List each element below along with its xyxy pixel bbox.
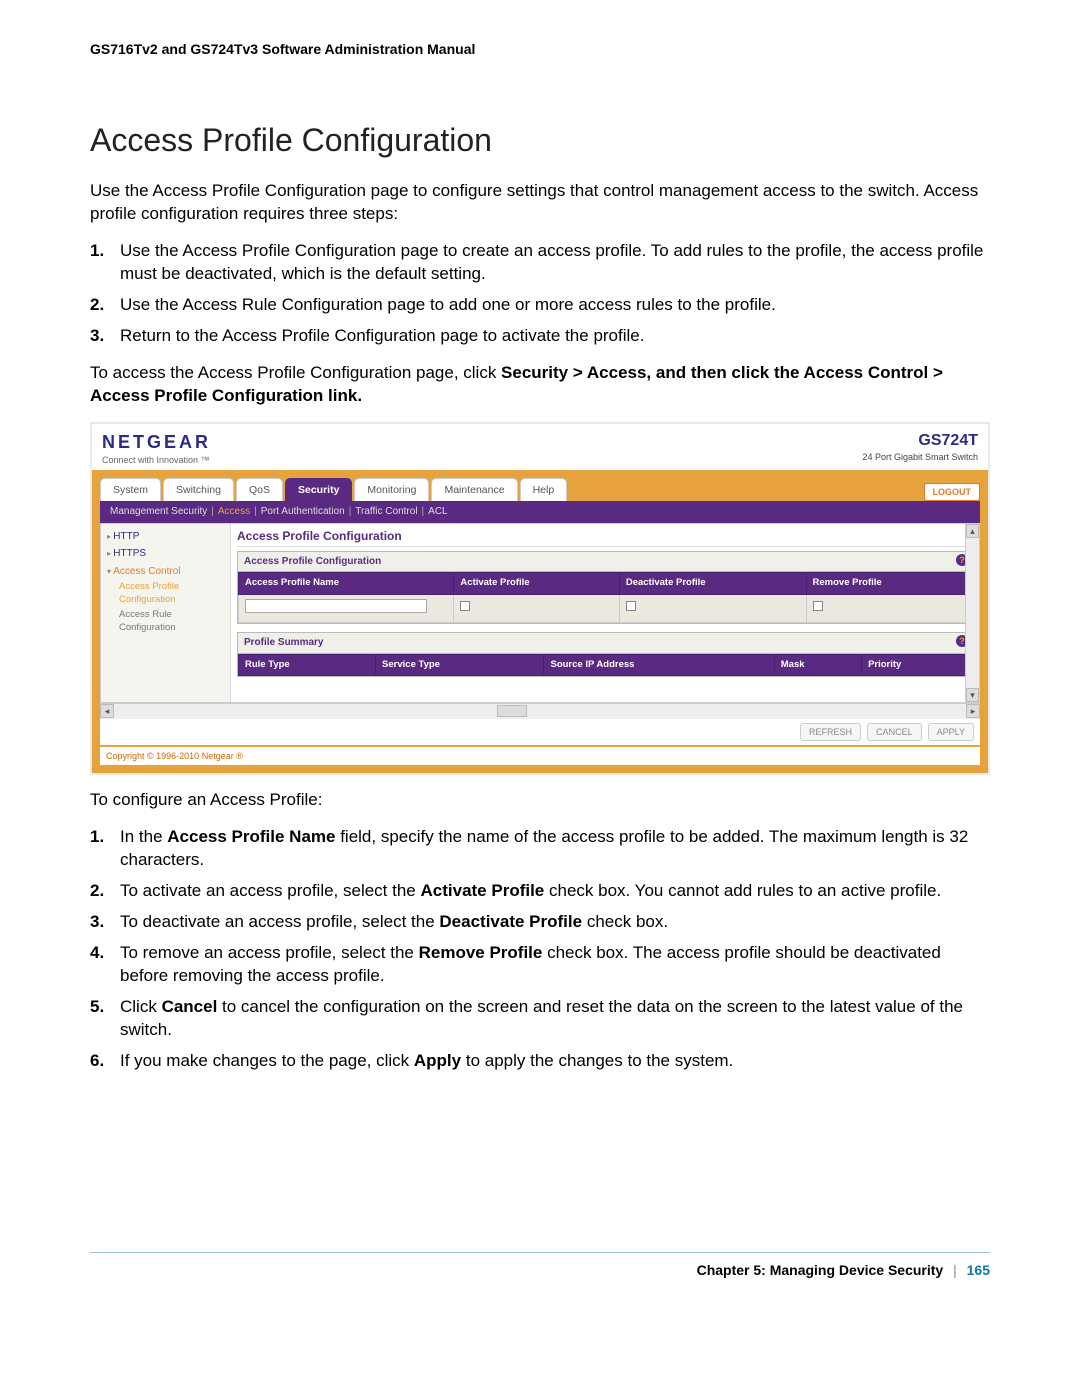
step-text: To deactivate an access profile, select …	[120, 912, 668, 931]
navigation-instruction: To access the Access Profile Configurati…	[90, 362, 990, 408]
tab-system[interactable]: System	[100, 478, 161, 501]
sidebar-item-access-control[interactable]: Access Control	[101, 563, 230, 581]
footer-page-number: 165	[967, 1262, 990, 1278]
brand-logo: NETGEAR	[102, 430, 211, 454]
tab-help[interactable]: Help	[520, 478, 568, 501]
footer-chapter: Chapter 5: Managing Device Security	[697, 1262, 944, 1278]
horizontal-scrollbar[interactable]: ◂ ▸	[100, 703, 980, 718]
col-access-profile-name: Access Profile Name	[239, 573, 454, 595]
col-deactivate-profile: Deactivate Profile	[619, 573, 806, 595]
action-buttons-row: REFRESH CANCEL APPLY	[100, 718, 980, 745]
table-access-profile-config: Access Profile Configuration? Access Pro…	[237, 551, 973, 624]
col-rule-type: Rule Type	[239, 654, 376, 676]
subnav-acl[interactable]: ACL	[428, 505, 447, 519]
table1-caption: Access Profile Configuration?	[238, 552, 972, 573]
device-description: 24 Port Gigabit Smart Switch	[862, 451, 978, 463]
subnav-management-security[interactable]: Management Security	[110, 505, 207, 519]
logout-button[interactable]: LOGOUT	[924, 483, 981, 501]
table-row	[239, 595, 972, 623]
scroll-down-icon[interactable]: ▾	[966, 688, 979, 702]
intro-paragraph: Use the Access Profile Configuration pag…	[90, 180, 990, 226]
steps-list-1: 1.Use the Access Profile Configuration p…	[90, 240, 990, 348]
sidebar-item-https[interactable]: HTTPS	[101, 545, 230, 563]
main-tabs: System Switching QoS Security Monitoring…	[100, 478, 980, 501]
tab-security[interactable]: Security	[285, 478, 352, 501]
steps-list-2: 1.In the Access Profile Name field, spec…	[90, 826, 990, 1072]
brand-block: NETGEAR Connect with Innovation ™	[102, 430, 211, 466]
subnav-access[interactable]: Access	[218, 505, 250, 519]
device-model: GS724T	[862, 430, 978, 452]
device-info: GS724T 24 Port Gigabit Smart Switch	[862, 430, 978, 464]
step-text: In the Access Profile Name field, specif…	[120, 827, 968, 869]
col-priority: Priority	[862, 654, 972, 676]
sub-navigation: Management Security| Access| Port Authen…	[100, 501, 980, 523]
subnav-traffic-control[interactable]: Traffic Control	[355, 505, 417, 519]
remove-profile-checkbox[interactable]	[813, 601, 823, 611]
content-area: HTTP HTTPS Access Control Access Profile…	[100, 523, 980, 703]
footer-separator: |	[953, 1262, 957, 1278]
step-text: If you make changes to the page, click A…	[120, 1051, 733, 1070]
after-shot-text: To configure an Access Profile:	[90, 789, 990, 812]
sidebar-nav: HTTP HTTPS Access Control Access Profile…	[101, 524, 231, 702]
cancel-button[interactable]: CANCEL	[867, 723, 922, 741]
step-text: To activate an access profile, select th…	[120, 881, 941, 900]
table2-caption: Profile Summary?	[238, 633, 972, 654]
col-source-ip: Source IP Address	[544, 654, 774, 676]
step-text: Return to the Access Profile Configurati…	[120, 326, 644, 345]
step-text: Use the Access Rule Configuration page t…	[120, 295, 776, 314]
table-profile-summary: Profile Summary? Rule Type Service Type …	[237, 632, 973, 677]
ui-screenshot: NETGEAR Connect with Innovation ™ GS724T…	[90, 422, 990, 776]
apply-button[interactable]: APPLY	[928, 723, 974, 741]
scroll-left-icon[interactable]: ◂	[100, 704, 114, 718]
tab-monitoring[interactable]: Monitoring	[354, 478, 429, 501]
col-activate-profile: Activate Profile	[454, 573, 619, 595]
panel-title: Access Profile Configuration	[237, 528, 973, 547]
step-text: Click Cancel to cancel the configuration…	[120, 997, 963, 1039]
scroll-up-icon[interactable]: ▴	[966, 524, 979, 538]
col-service-type: Service Type	[376, 654, 544, 676]
tab-qos[interactable]: QoS	[236, 478, 283, 501]
section-title: Access Profile Configuration	[90, 119, 990, 162]
col-remove-profile: Remove Profile	[806, 573, 971, 595]
copyright-text: Copyright © 1996-2010 Netgear ®	[100, 745, 980, 765]
sidebar-sub-access-rule-config[interactable]: Access Rule Configuration	[101, 608, 230, 636]
sidebar-sub-access-profile-config[interactable]: Access Profile Configuration	[101, 580, 230, 608]
shot-header: NETGEAR Connect with Innovation ™ GS724T…	[92, 424, 988, 472]
activate-profile-checkbox[interactable]	[460, 601, 470, 611]
step-text: Use the Access Profile Configuration pag…	[120, 241, 983, 283]
document-header: GS716Tv2 and GS724Tv3 Software Administr…	[90, 40, 990, 59]
deactivate-profile-checkbox[interactable]	[626, 601, 636, 611]
refresh-button[interactable]: REFRESH	[800, 723, 861, 741]
main-panel: Access Profile Configuration Access Prof…	[231, 524, 979, 702]
col-mask: Mask	[774, 654, 861, 676]
access-profile-name-input[interactable]	[245, 599, 427, 613]
vertical-scrollbar[interactable]: ▴ ▾	[965, 524, 979, 702]
subnav-port-authentication[interactable]: Port Authentication	[261, 505, 345, 519]
document-footer: Chapter 5: Managing Device Security | 16…	[90, 1252, 990, 1280]
step-text: To remove an access profile, select the …	[120, 943, 941, 985]
nav-pre: To access the Access Profile Configurati…	[90, 363, 501, 382]
tab-maintenance[interactable]: Maintenance	[431, 478, 517, 501]
sidebar-item-http[interactable]: HTTP	[101, 528, 230, 546]
brand-tagline: Connect with Innovation ™	[102, 454, 211, 466]
scroll-right-icon[interactable]: ▸	[966, 704, 980, 718]
tab-switching[interactable]: Switching	[163, 478, 234, 501]
